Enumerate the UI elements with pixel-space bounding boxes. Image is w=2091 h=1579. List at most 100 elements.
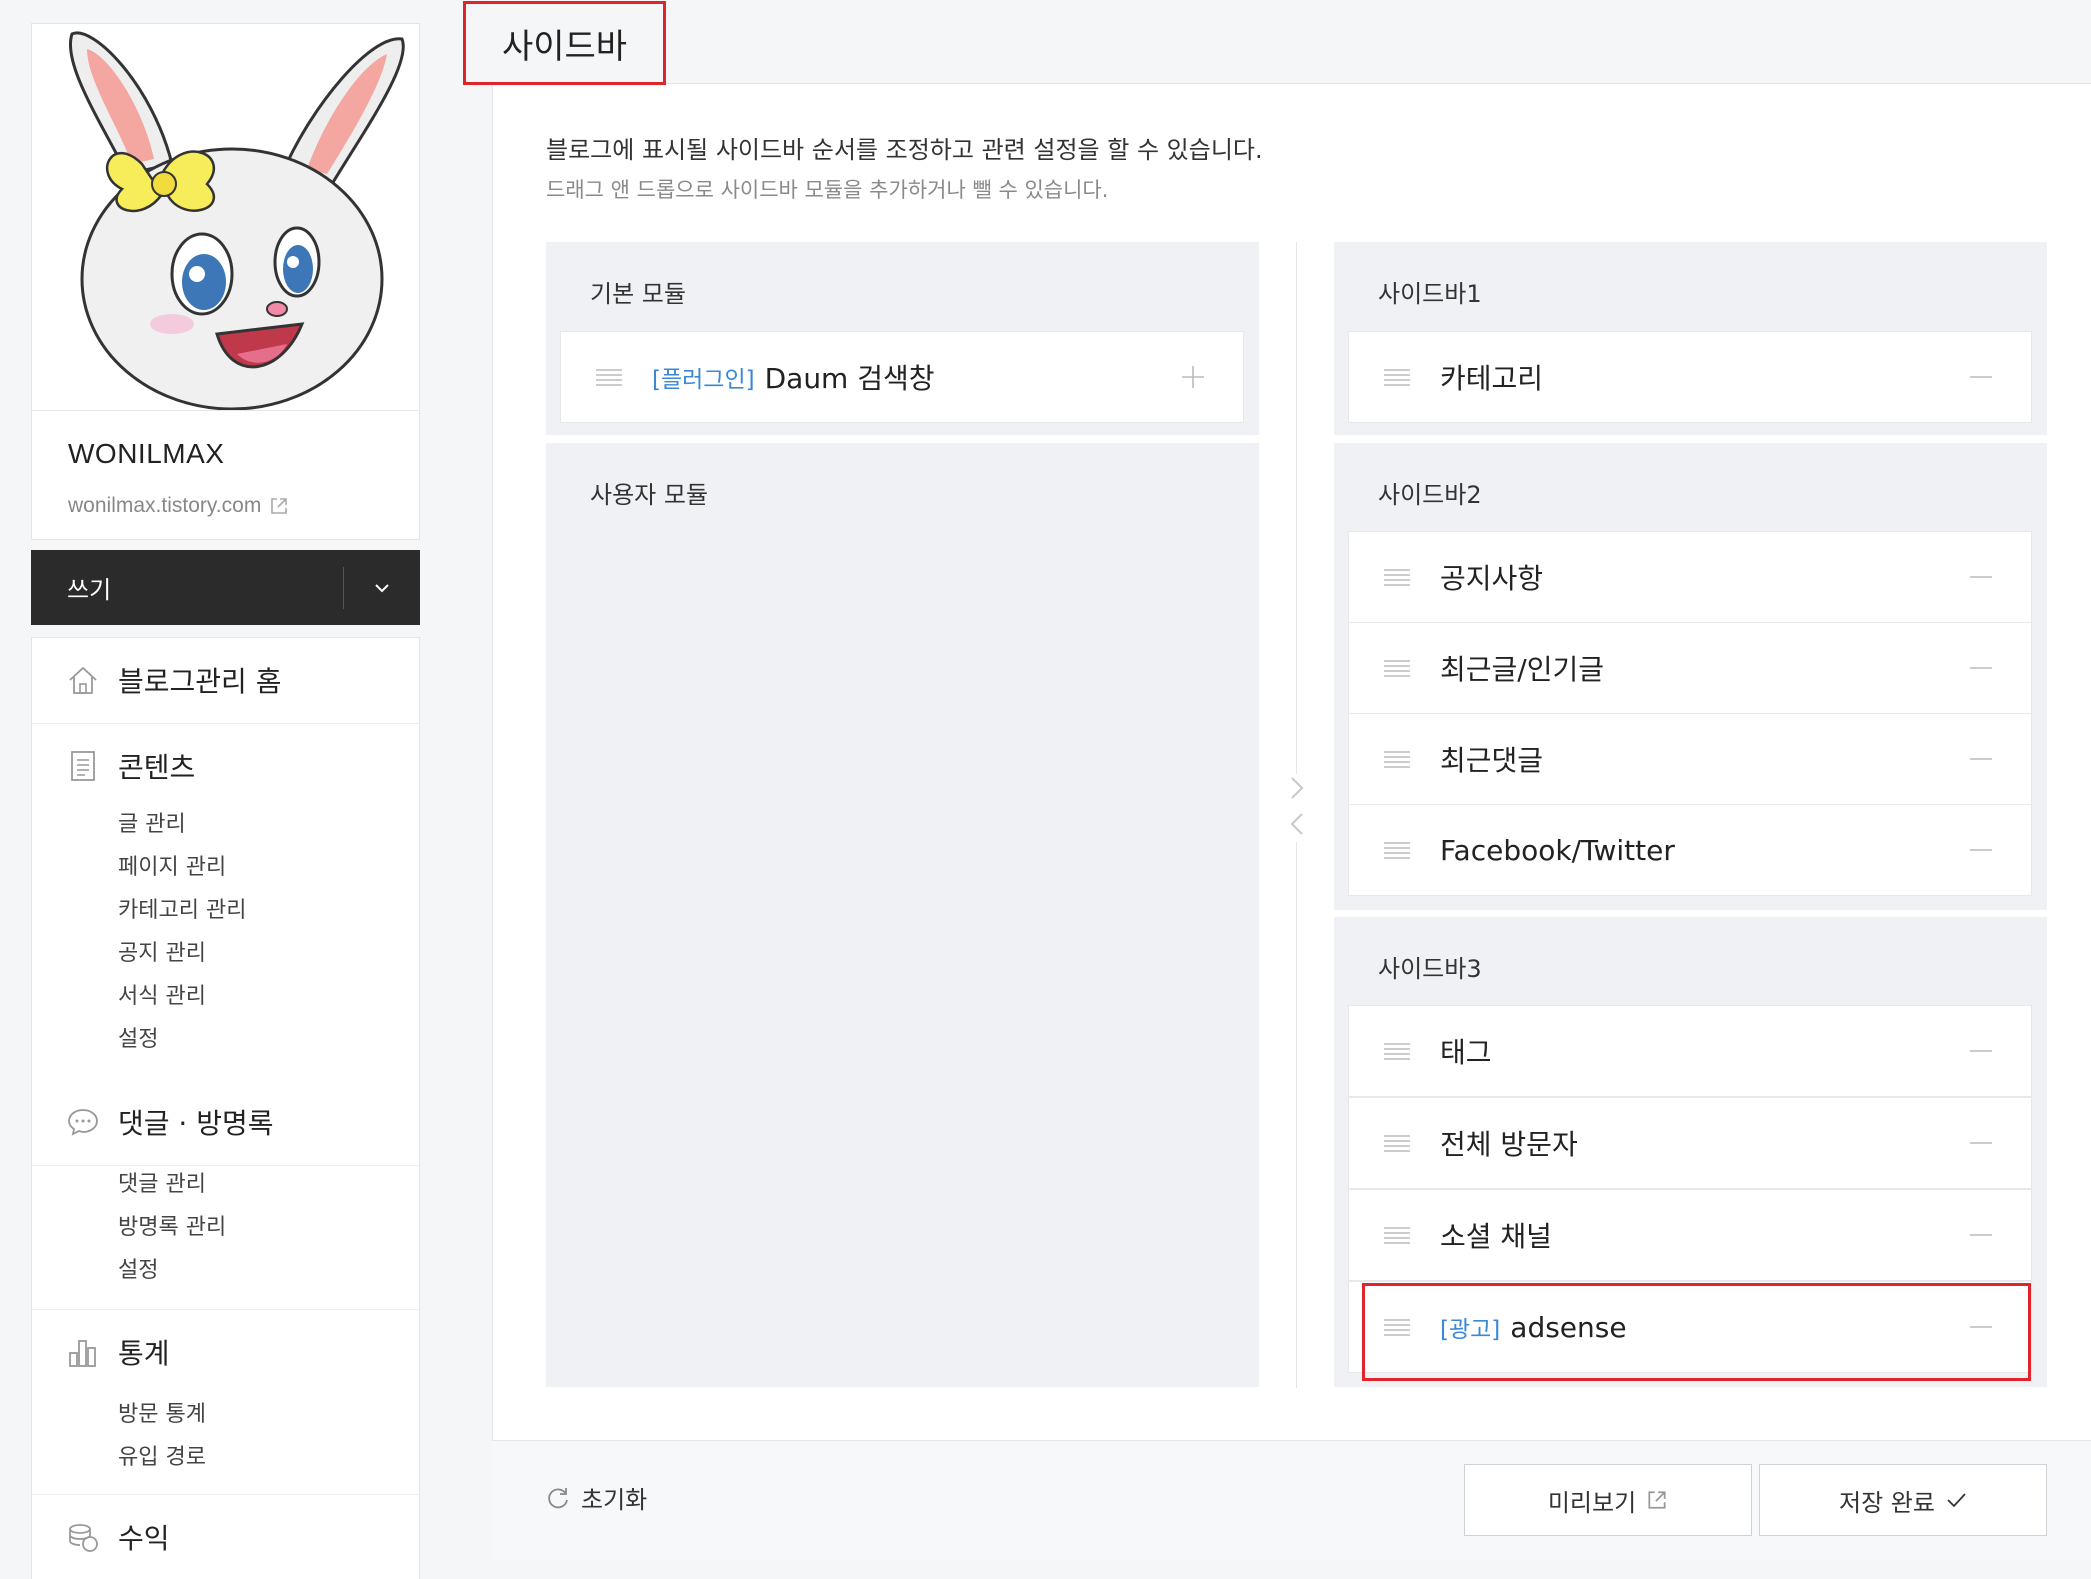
module-facebook-twitter[interactable]: Facebook/Twitter [1348, 804, 2032, 896]
module-daum-search[interactable]: [플러그인] Daum 검색창 [560, 331, 1244, 423]
module-label: 전체 방문자 [1440, 1128, 1578, 1161]
blog-url-link[interactable]: wonilmax.tistory.com [68, 494, 289, 518]
module-label: 소셜 채널 [1440, 1220, 1552, 1253]
menu-stats[interactable]: 통계 [66, 1332, 170, 1372]
menu-section-revenue: 수익 [32, 1495, 419, 1579]
external-link-icon [271, 498, 288, 514]
menu-section-stats: 통계 방문 통계 유입 경로 [32, 1310, 419, 1495]
module-label: 카테고리 [1440, 362, 1544, 395]
module-label: 공지사항 [1440, 562, 1544, 595]
bar-chart-icon [69, 1340, 96, 1367]
module-notice[interactable]: 공지사항 [1348, 531, 2032, 623]
drag-handle-icon[interactable] [1384, 750, 1410, 768]
menu-sub-page-manage[interactable]: 페이지 관리 [118, 849, 226, 881]
minus-icon[interactable] [1967, 1129, 1995, 1157]
menu-home-label: 블로그관리 홈 [118, 665, 282, 698]
menu-sub-contents-settings[interactable]: 설정 [118, 1021, 158, 1053]
drag-handle-icon[interactable] [1384, 1226, 1410, 1244]
module-label: 태그 [1440, 1036, 1492, 1069]
page-hint: 드래그 앤 드롭으로 사이드바 모듈을 추가하거나 뺄 수 있습니다. [546, 178, 1109, 202]
module-tag-cloud[interactable]: 태그 [1348, 1005, 2032, 1097]
menu-revenue[interactable]: 수익 [66, 1517, 170, 1557]
module-tag: [플러그인] [652, 367, 755, 393]
module-category[interactable]: 카테고리 [1348, 331, 2032, 423]
menu-sub-notice-manage[interactable]: 공지 관리 [118, 935, 206, 967]
profile-card: WONILMAX wonilmax.tistory.com [31, 23, 420, 540]
sidebar3-title: 사이드바3 [1378, 955, 1482, 983]
menu-sub-comments-settings[interactable]: 설정 [118, 1252, 158, 1284]
drag-handle-icon[interactable] [1384, 841, 1410, 859]
blog-name[interactable]: WONILMAX [68, 438, 224, 470]
save-button[interactable]: 저장 완료 [1759, 1464, 2047, 1536]
menu-comments[interactable]: 댓글 · 방명록 [66, 1102, 274, 1142]
menu-section-comments: 댓글 · 방명록 댓글 관리 방명록 관리 설정 [32, 1080, 419, 1310]
minus-icon[interactable] [1967, 836, 1995, 864]
module-recent-comments[interactable]: 최근댓글 [1348, 713, 2032, 805]
menu-comments-label: 댓글 · 방명록 [118, 1107, 274, 1140]
reset-label: 초기화 [581, 1486, 648, 1514]
minus-icon[interactable] [1967, 745, 1995, 773]
drag-handle-icon[interactable] [1384, 659, 1410, 677]
document-icon [71, 751, 95, 781]
plus-icon[interactable] [1179, 363, 1207, 391]
menu-section-home: 블로그관리 홈 [32, 638, 419, 724]
save-label: 저장 완료 [1839, 1488, 1935, 1517]
menu-home[interactable]: 블로그관리 홈 [66, 660, 281, 700]
menu-revenue-label: 수익 [118, 1522, 170, 1555]
module-label: Facebook/Twitter [1440, 833, 1675, 867]
blog-url-text: wonilmax.tistory.com [68, 494, 262, 517]
drag-handle-icon[interactable] [596, 368, 622, 386]
chevron-left-right-icon [1290, 777, 1304, 835]
sidebar1-title: 사이드바1 [1378, 280, 1482, 308]
menu-sub-post-manage[interactable]: 글 관리 [118, 806, 186, 838]
move-arrows[interactable] [1286, 774, 1308, 842]
module-label: 최근글/인기글 [1440, 653, 1604, 686]
menu-sub-category-manage[interactable]: 카테고리 관리 [118, 892, 246, 924]
module-tag: [광고] [1440, 1317, 1501, 1343]
user-module-group [546, 443, 1259, 1387]
menu-contents-label: 콘텐츠 [118, 751, 196, 784]
drag-handle-icon[interactable] [1384, 1134, 1410, 1152]
minus-icon[interactable] [1967, 363, 1995, 391]
page-description: 블로그에 표시될 사이드바 순서를 조정하고 관련 설정을 할 수 있습니다. [546, 136, 1263, 164]
preview-button[interactable]: 미리보기 [1464, 1464, 1752, 1536]
preview-label: 미리보기 [1547, 1488, 1637, 1517]
module-label: adsense [1510, 1310, 1627, 1344]
refresh-icon [548, 1487, 568, 1508]
drag-handle-icon[interactable] [1384, 1042, 1410, 1060]
user-module-title: 사용자 모듈 [590, 481, 709, 509]
coins-icon [69, 1524, 98, 1552]
drag-handle-icon[interactable] [1384, 568, 1410, 586]
menu-sub-guestbook-manage[interactable]: 방명록 관리 [118, 1209, 226, 1241]
page-title: 사이드바 [463, 1, 666, 85]
module-recent-popular[interactable]: 최근글/인기글 [1348, 622, 2032, 714]
minus-icon[interactable] [1967, 1221, 1995, 1249]
menu-sub-referrer[interactable]: 유입 경로 [118, 1439, 206, 1471]
write-bar: 쓰기 [31, 550, 420, 625]
speech-bubble-icon [68, 1109, 98, 1136]
module-social-channel[interactable]: 소셜 채널 [1348, 1189, 2032, 1281]
menu-sub-template-manage[interactable]: 서식 관리 [118, 978, 206, 1010]
minus-icon[interactable] [1967, 1037, 1995, 1065]
reset-button[interactable]: 초기화 [545, 1480, 647, 1515]
menu-sub-visit-stats[interactable]: 방문 통계 [118, 1396, 206, 1428]
write-button[interactable]: 쓰기 [31, 570, 343, 605]
module-adsense[interactable]: [광고] adsense [1348, 1281, 2032, 1373]
write-dropdown-button[interactable] [344, 550, 420, 625]
home-icon [69, 666, 97, 694]
admin-menu: 블로그관리 홈 콘텐츠 글 관리 페이지 관리 카테고리 관리 공지 관리 서식… [31, 637, 420, 1579]
drag-handle-icon[interactable] [1384, 368, 1410, 386]
menu-sub-comment-manage[interactable]: 댓글 관리 [118, 1166, 206, 1198]
basic-module-title: 기본 모듈 [590, 280, 686, 308]
minus-icon[interactable] [1967, 1313, 1995, 1341]
module-total-visitors[interactable]: 전체 방문자 [1348, 1097, 2032, 1189]
drag-handle-icon[interactable] [1384, 1318, 1410, 1336]
external-link-icon [1648, 1491, 1666, 1509]
minus-icon[interactable] [1967, 654, 1995, 682]
avatar[interactable] [32, 24, 419, 411]
sidebar2-title: 사이드바2 [1378, 481, 1482, 509]
module-label: Daum 검색창 [764, 362, 935, 395]
minus-icon[interactable] [1967, 563, 1995, 591]
menu-contents[interactable]: 콘텐츠 [66, 746, 195, 786]
menu-stats-label: 통계 [118, 1337, 170, 1370]
